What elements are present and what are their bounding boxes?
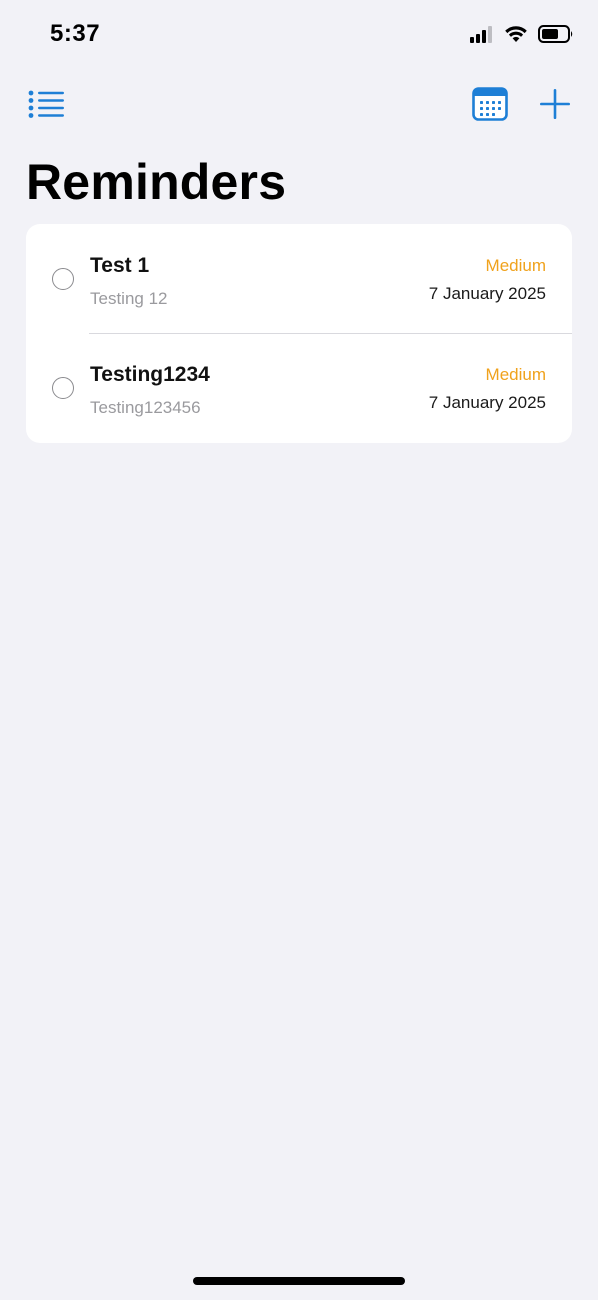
reminder-notes: Testing 12 (90, 289, 168, 308)
complete-checkbox[interactable] (52, 268, 74, 290)
wifi-icon (504, 25, 528, 48)
reminders-list: Test 1 Testing 12 Medium 7 January 2025 … (26, 224, 572, 443)
plus-icon (540, 88, 570, 124)
add-reminder-button[interactable] (536, 86, 574, 126)
priority-badge: Medium (485, 365, 546, 384)
home-indicator[interactable] (193, 1277, 405, 1285)
list-button[interactable] (26, 88, 66, 124)
status-bar: 5:37 (0, 0, 598, 72)
reminder-title: Testing1234 (90, 363, 210, 386)
list-item[interactable]: Test 1 Testing 12 Medium 7 January 2025 (26, 224, 572, 333)
page-title: Reminders (26, 154, 287, 210)
cellular-signal-icon (470, 25, 494, 48)
reminder-title: Test 1 (90, 254, 150, 277)
list-item[interactable]: Testing1234 Testing123456 Medium 7 Janua… (26, 333, 572, 442)
reminder-date: 7 January 2025 (428, 393, 546, 412)
battery-icon (538, 24, 574, 48)
reminder-date: 7 January 2025 (428, 284, 546, 303)
status-time: 5:37 (50, 20, 101, 47)
priority-badge: Medium (485, 256, 546, 275)
complete-checkbox[interactable] (52, 377, 74, 399)
calendar-icon (472, 86, 508, 126)
list-icon (27, 90, 65, 123)
calendar-button[interactable] (470, 86, 510, 126)
status-icons (470, 24, 574, 48)
reminder-notes: Testing123456 (90, 398, 201, 417)
